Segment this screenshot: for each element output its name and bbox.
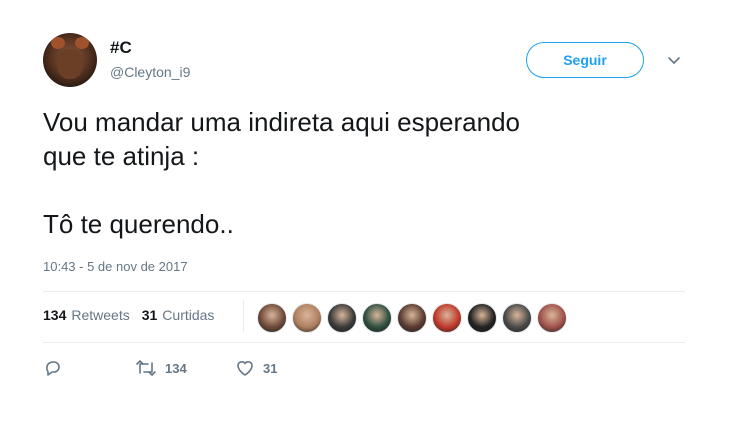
liker-avatar[interactable]: [257, 303, 287, 333]
avatar-ear-left: [51, 37, 65, 49]
liker-avatar[interactable]: [467, 303, 497, 333]
heart-icon[interactable]: [235, 358, 255, 378]
author-avatar[interactable]: [43, 33, 97, 87]
likes-label: Curtidas: [162, 307, 215, 323]
avatar-face: [57, 49, 83, 79]
retweets-label: Retweets: [71, 307, 130, 323]
likes-count: 31: [141, 307, 158, 323]
author-name[interactable]: #C: [110, 38, 132, 58]
reply-icon[interactable]: [43, 358, 63, 378]
tweet-stats: 134 Retweets 31 Curtidas: [43, 307, 226, 323]
liker-avatar[interactable]: [362, 303, 392, 333]
tweet-actions: 134 31: [43, 358, 277, 378]
likes-stat[interactable]: 31 Curtidas: [142, 307, 215, 323]
divider-bottom: [43, 342, 685, 343]
reply-action[interactable]: [43, 358, 135, 378]
liker-avatar[interactable]: [397, 303, 427, 333]
divider-top: [43, 291, 685, 292]
author-handle[interactable]: @Cleyton_i9: [110, 64, 190, 80]
liker-avatar[interactable]: [292, 303, 322, 333]
avatar-ear-right: [75, 37, 89, 49]
retweets-count: 134: [43, 307, 67, 323]
liker-avatars: [257, 303, 572, 333]
liker-avatar[interactable]: [432, 303, 462, 333]
chevron-down-icon[interactable]: [667, 54, 681, 68]
stats-separator: [243, 300, 244, 332]
retweet-action-count: 134: [165, 360, 187, 376]
retweet-icon[interactable]: [135, 358, 157, 378]
retweets-stat[interactable]: 134 Retweets: [43, 307, 130, 323]
retweet-action[interactable]: 134: [135, 358, 235, 378]
like-action[interactable]: 31: [235, 358, 277, 378]
liker-avatar[interactable]: [502, 303, 532, 333]
like-action-count: 31: [263, 360, 278, 376]
tweet-text: Vou mandar uma indireta aqui esperando q…: [43, 107, 520, 239]
liker-avatar[interactable]: [537, 303, 567, 333]
tweet-timestamp[interactable]: 10:43 - 5 de nov de 2017: [43, 259, 188, 274]
follow-button[interactable]: Seguir: [526, 42, 644, 78]
liker-avatar[interactable]: [327, 303, 357, 333]
